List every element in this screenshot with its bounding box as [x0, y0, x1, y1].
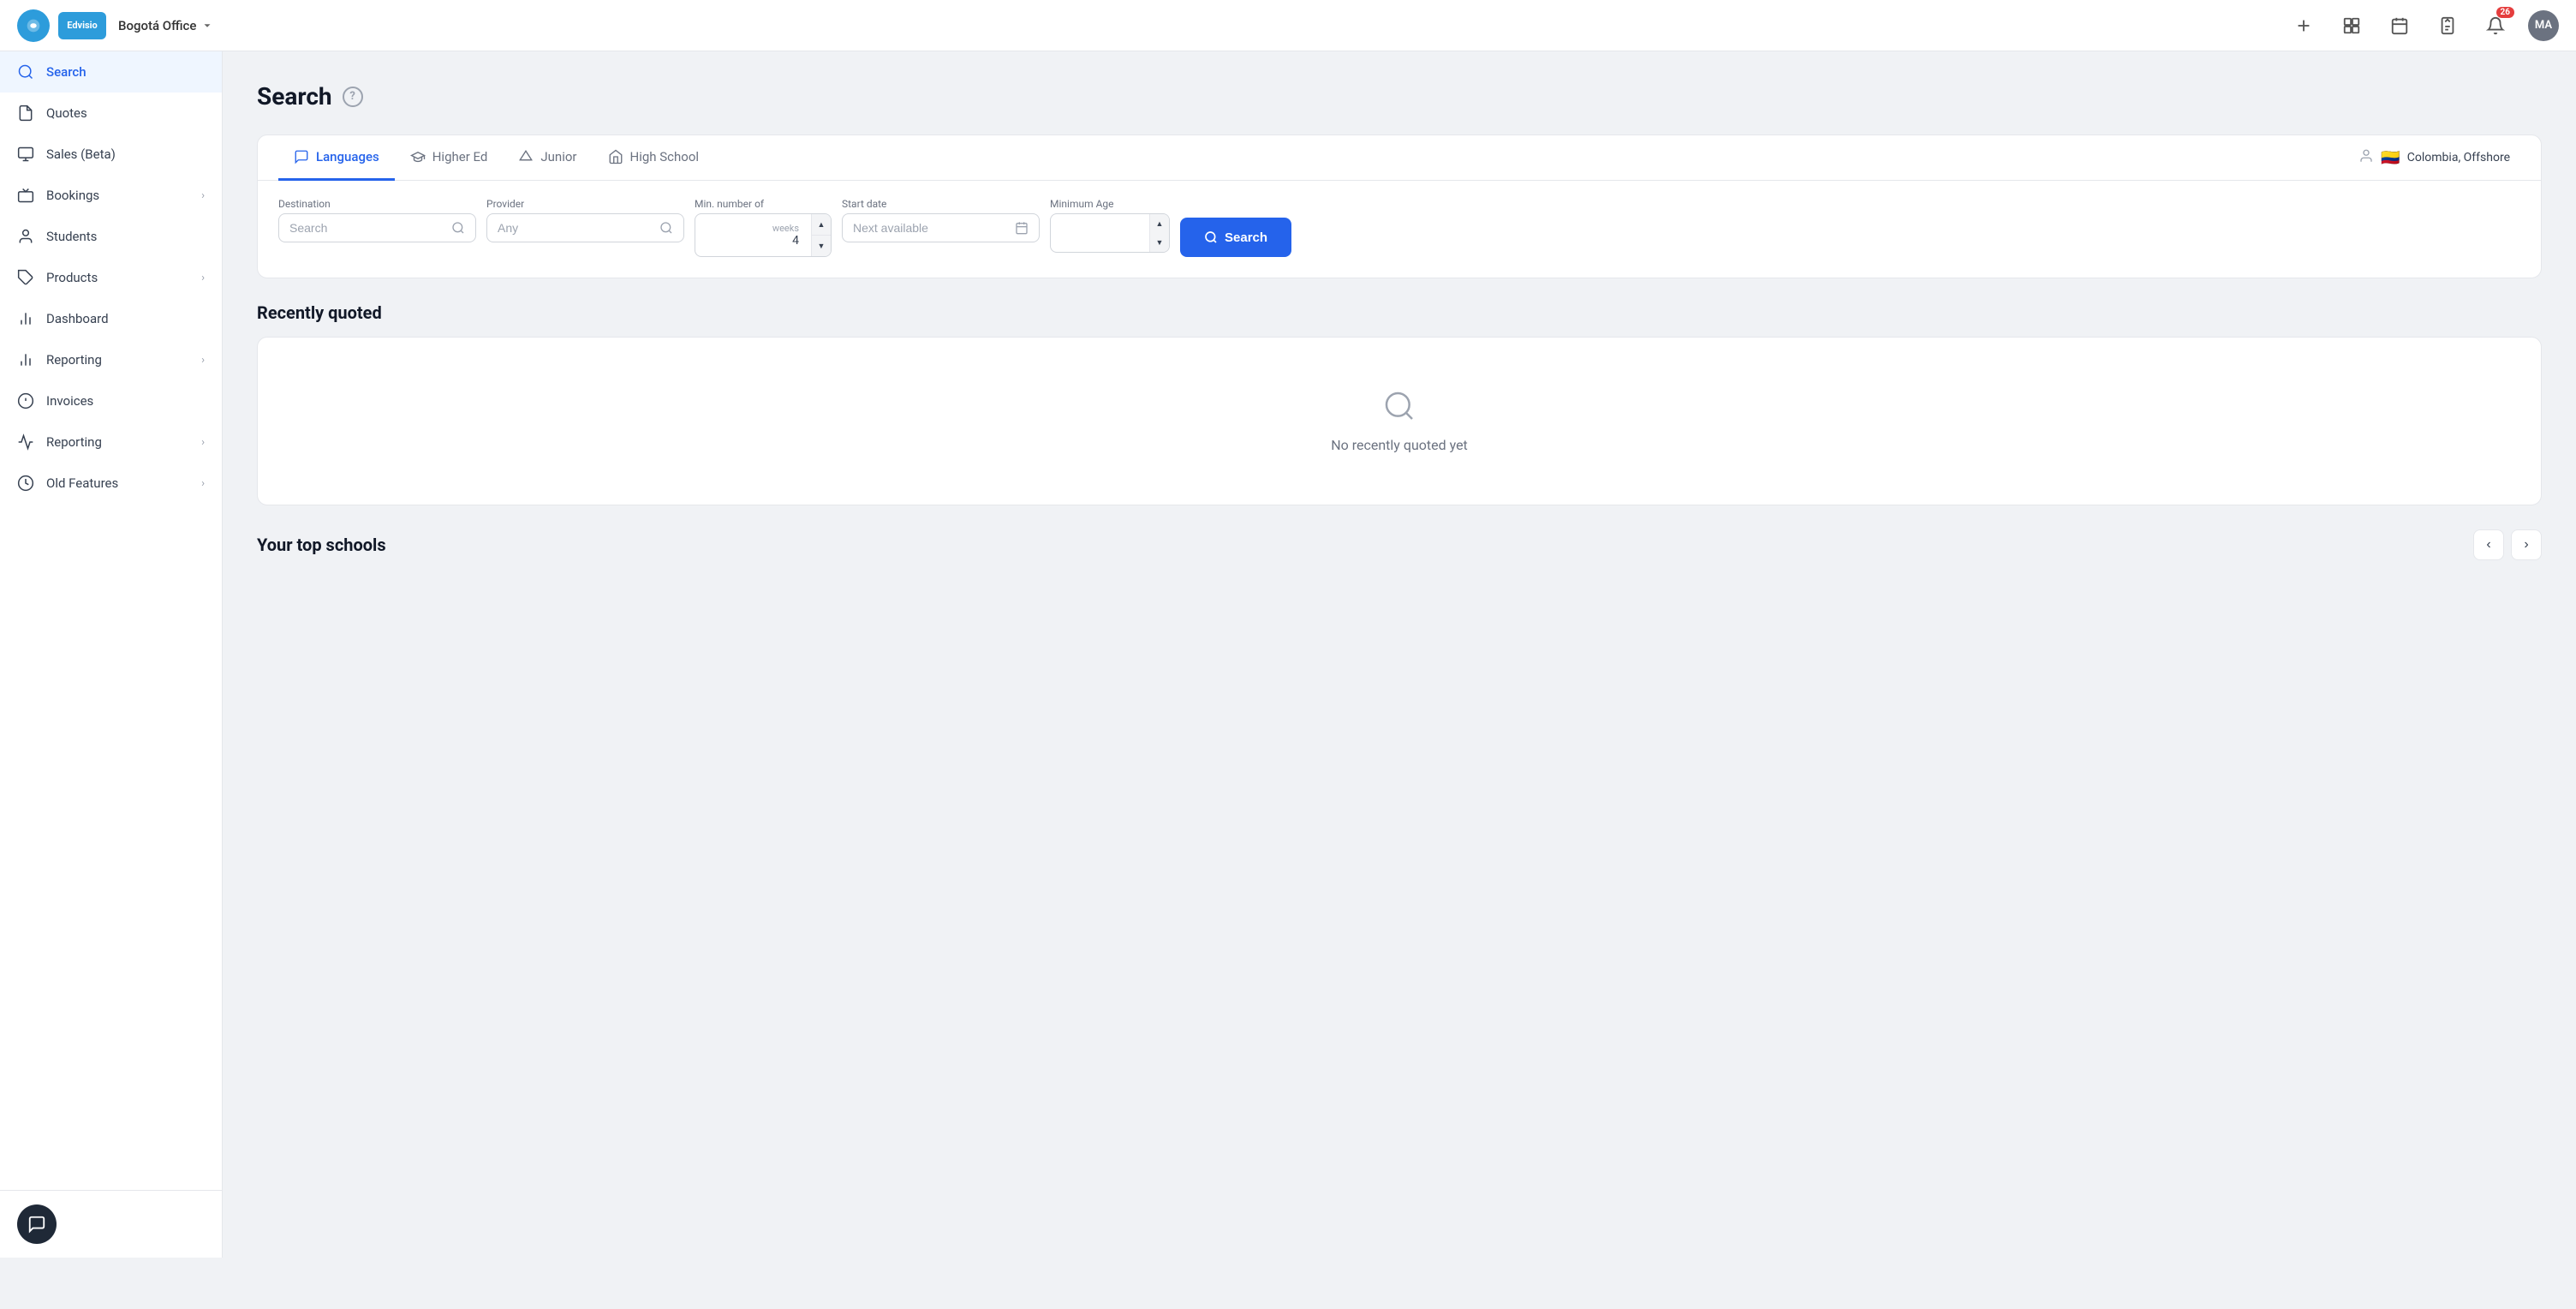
weeks-decrement-btn[interactable]: ▼ — [812, 236, 831, 256]
sidebar-item-reporting2[interactable]: Reporting › — [0, 421, 222, 463]
products-chevron-icon: › — [201, 272, 205, 284]
search-form: Destination Provider — [258, 181, 2541, 257]
sidebar-item-search[interactable]: Search — [0, 51, 222, 93]
country-name: Colombia, Offshore — [2407, 151, 2510, 164]
country-flag: 🇨🇴 — [2381, 149, 2400, 167]
start-date-input[interactable] — [853, 221, 1008, 235]
sidebar-item-invoices[interactable]: Invoices — [0, 380, 222, 421]
tab-languages[interactable]: Languages — [278, 135, 395, 181]
clipboard-icon[interactable] — [2432, 10, 2463, 41]
old-features-chevron-icon: › — [201, 477, 205, 490]
recently-quoted-card: No recently quoted yet — [257, 337, 2542, 505]
top-schools-next-btn[interactable]: › — [2511, 529, 2542, 560]
office-selector[interactable]: Bogotá Office — [118, 18, 213, 33]
reporting1-chevron-icon: › — [201, 354, 205, 367]
top-schools-section: Your top schools ‹ › — [257, 529, 2542, 560]
destination-input[interactable] — [289, 221, 444, 235]
menu-icon[interactable] — [2336, 10, 2367, 41]
weeks-value: 4 — [792, 234, 799, 248]
tab-higher-ed[interactable]: Higher Ed — [395, 135, 504, 181]
min-weeks-input[interactable]: weeks 4 ▲ ▼ — [695, 213, 832, 257]
page-title-row: Search ? — [257, 82, 2542, 111]
recently-quoted-section: Recently quoted No recently quoted yet — [257, 302, 2542, 505]
search-button[interactable]: Search — [1180, 218, 1291, 257]
destination-search-icon — [451, 221, 465, 235]
start-date-field: Start date — [842, 198, 1040, 242]
layout: Search Quotes Sales (Beta) Bookings › — [0, 51, 2576, 1258]
top-schools-prev-btn[interactable]: ‹ — [2473, 529, 2504, 560]
top-schools-title: Your top schools — [257, 535, 2466, 555]
calendar-icon[interactable] — [2384, 10, 2415, 41]
min-age-input[interactable]: 19 — [1061, 226, 1139, 240]
sidebar-item-products[interactable]: Products › — [0, 257, 222, 298]
chat-section — [0, 1190, 222, 1258]
page-title: Search — [257, 82, 332, 111]
brand-logo[interactable]: Edvisio — [58, 12, 106, 39]
top-schools-header: Your top schools ‹ › — [257, 529, 2542, 560]
weeks-label: Min. number of — [695, 198, 832, 210]
destination-label: Destination — [278, 198, 476, 210]
tab-bar: Languages Higher Ed Junior High School — [258, 135, 2541, 181]
min-age-label: Minimum Age — [1050, 198, 1170, 210]
provider-input-wrapper[interactable] — [486, 213, 684, 242]
min-weeks-field: Min. number of weeks 4 ▲ ▼ — [695, 198, 832, 257]
min-age-field: Minimum Age 19 ▲ ▼ — [1050, 198, 1170, 253]
sidebar: Search Quotes Sales (Beta) Bookings › — [0, 51, 223, 1258]
min-age-input-wrapper[interactable]: 19 ▲ ▼ — [1050, 213, 1170, 253]
sidebar-item-dashboard[interactable]: Dashboard — [0, 298, 222, 339]
recently-quoted-title: Recently quoted — [257, 302, 2542, 323]
person-icon — [2358, 148, 2374, 167]
age-increment-btn[interactable]: ▲ — [1150, 214, 1169, 233]
destination-input-wrapper[interactable] — [278, 213, 476, 242]
sidebar-item-old-features[interactable]: Old Features › — [0, 463, 222, 504]
empty-state-text: No recently quoted yet — [1331, 437, 1468, 453]
app-logo-icon[interactable] — [17, 9, 50, 42]
provider-field: Provider — [486, 198, 684, 242]
notification-count: 26 — [2496, 7, 2514, 18]
sidebar-item-students[interactable]: Students — [0, 216, 222, 257]
tab-junior[interactable]: Junior — [503, 135, 592, 181]
chat-button[interactable] — [17, 1204, 57, 1244]
start-date-input-wrapper[interactable] — [842, 213, 1040, 242]
search-card: Languages Higher Ed Junior High School — [257, 134, 2542, 278]
bookings-chevron-icon: › — [201, 189, 205, 202]
sidebar-item-sales[interactable]: Sales (Beta) — [0, 134, 222, 175]
calendar-icon — [1015, 221, 1029, 235]
provider-search-icon — [659, 221, 673, 235]
provider-label: Provider — [486, 198, 684, 210]
office-name: Bogotá Office — [118, 18, 196, 33]
empty-state-icon — [1382, 389, 1416, 427]
sidebar-item-quotes[interactable]: Quotes — [0, 93, 222, 134]
tab-high-school[interactable]: High School — [593, 135, 715, 181]
country-selector[interactable]: 🇨🇴 Colombia, Offshore — [2348, 141, 2520, 174]
notifications-icon[interactable]: 26 — [2480, 10, 2511, 41]
age-decrement-btn[interactable]: ▼ — [1150, 233, 1169, 252]
reporting2-chevron-icon: › — [201, 436, 205, 449]
age-spinners: ▲ ▼ — [1149, 214, 1169, 252]
search-button-icon — [1204, 230, 1218, 244]
nav-actions: 26 MA — [2288, 10, 2559, 41]
add-button[interactable] — [2288, 10, 2319, 41]
destination-field: Destination — [278, 198, 476, 242]
help-icon[interactable]: ? — [343, 87, 363, 107]
provider-input[interactable] — [498, 221, 653, 235]
top-nav: Edvisio Bogotá Office 26 MA — [0, 0, 2576, 51]
sidebar-item-reporting1[interactable]: Reporting › — [0, 339, 222, 380]
avatar[interactable]: MA — [2528, 10, 2559, 41]
sidebar-item-bookings[interactable]: Bookings › — [0, 175, 222, 216]
start-date-label: Start date — [842, 198, 1040, 210]
weeks-increment-btn[interactable]: ▲ — [812, 214, 831, 236]
main-content: Search ? Languages Higher Ed Junior — [223, 51, 2576, 1258]
weeks-spinners: ▲ ▼ — [811, 214, 831, 256]
